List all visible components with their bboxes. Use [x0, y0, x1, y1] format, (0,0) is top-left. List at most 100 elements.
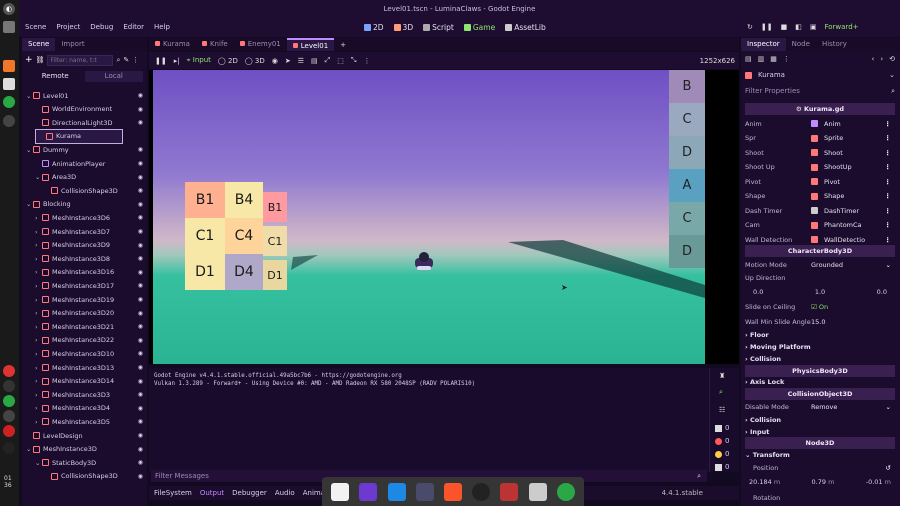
tree-node[interactable]: ⌄ Level01 ◉ [22, 89, 147, 102]
steam-icon[interactable] [3, 380, 15, 392]
more-icon[interactable]: ⋮ [885, 192, 892, 200]
visibility-eye-icon[interactable]: ◉ [138, 459, 143, 466]
visibility-eye-icon[interactable]: ◉ [138, 337, 143, 344]
expand-arrow-icon[interactable]: ⌄ [26, 445, 33, 453]
tree-node[interactable]: ⌄ Area3D ◉ [22, 171, 147, 184]
camera-icon[interactable]: ▤ [311, 57, 318, 65]
visibility-eye-icon[interactable]: ◉ [138, 228, 143, 235]
tree-node[interactable]: DirectionalLight3D ◉ [22, 116, 147, 129]
krita-icon[interactable] [359, 482, 378, 501]
workspace-2d[interactable]: 2D [364, 23, 384, 32]
tab-inspector[interactable]: Inspector [741, 38, 786, 51]
pause-game-icon[interactable]: ❚❚ [155, 57, 167, 65]
expand-arrow-icon[interactable]: ⌄ [35, 459, 42, 467]
back-icon[interactable]: ‹ [872, 55, 875, 63]
tab-import[interactable]: Import [55, 38, 90, 51]
editor-tab[interactable]: Level01 [286, 38, 335, 51]
disable-mode-select[interactable]: Remove [811, 403, 837, 411]
group-transform[interactable]: ⌄ Transform [745, 451, 790, 459]
game-viewport[interactable]: B1 B4 B1 C1 C4 C1 D1 D4 D1 B C D A C D ➤ [153, 70, 705, 364]
position-y-field[interactable]: 0.79 m [812, 478, 835, 486]
visibility-eye-icon[interactable]: ◉ [138, 119, 143, 126]
up-x-field[interactable]: 0.0 [753, 288, 763, 296]
list-icon[interactable]: ☰ [298, 57, 304, 65]
motion-mode-select[interactable]: Grounded [811, 261, 843, 269]
eye-icon[interactable]: ◉ [272, 57, 278, 65]
visibility-eye-icon[interactable]: ◉ [138, 282, 143, 289]
position-x-field[interactable]: 20.184 m [749, 478, 780, 486]
help-icon[interactable] [3, 115, 15, 127]
tree-node[interactable]: › MeshInstance3D13 ◉ [22, 361, 147, 374]
tab-output[interactable]: Output [200, 489, 224, 497]
more-icon[interactable]: ⋮ [885, 163, 892, 171]
expand-arrow-icon[interactable]: › [35, 418, 42, 426]
tab-audio[interactable]: Audio [275, 489, 295, 497]
node-path-field[interactable]: ShootUp [811, 163, 852, 171]
menu-help[interactable]: Help [154, 23, 170, 31]
fit-icon[interactable]: ⬚ [337, 57, 344, 65]
remote-debug-icon[interactable]: ◧ [795, 23, 802, 31]
brave-icon[interactable] [3, 60, 15, 72]
tab-history[interactable]: History [816, 38, 853, 51]
more-icon[interactable]: ⋮ [363, 57, 370, 65]
input-toggle[interactable]: ⌖ Input [187, 56, 211, 65]
chat-icon[interactable] [3, 96, 15, 108]
tab-scene[interactable]: Scene [22, 38, 56, 51]
tray-icon-2[interactable] [3, 395, 15, 407]
expand-arrow-icon[interactable]: › [35, 241, 42, 249]
tree-node[interactable]: CollisionShape3D ◉ [22, 184, 147, 197]
object-selector[interactable]: Kurama ⌄ [745, 69, 895, 81]
editor-tab[interactable]: Kurama [149, 38, 196, 51]
node3d-header[interactable]: Node3D [745, 437, 895, 449]
tree-node[interactable]: ⌄ Blocking ◉ [22, 198, 147, 211]
tree-node[interactable]: › MeshInstance3D9 ◉ [22, 239, 147, 252]
clear-icon[interactable]: ♜ [719, 372, 725, 380]
more-icon[interactable]: ⋮ [885, 207, 892, 215]
pause-app-icon[interactable] [331, 482, 350, 501]
slide-ceiling-checkbox[interactable]: ☑ On [811, 303, 828, 311]
scene-filter-input[interactable] [47, 54, 114, 66]
expand-arrow-icon[interactable]: › [35, 350, 42, 358]
workspace-3d[interactable]: 3D [393, 23, 413, 32]
tree-node[interactable]: › MeshInstance3D16 ◉ [22, 266, 147, 279]
filter-properties-input[interactable]: Filter Properties ⌕ [745, 85, 895, 97]
group-collision-2[interactable]: › Collision [745, 416, 781, 424]
visibility-eye-icon[interactable]: ◉ [138, 391, 143, 398]
visibility-eye-icon[interactable]: ◉ [138, 350, 143, 357]
tree-node[interactable]: › MeshInstance3D17 ◉ [22, 279, 147, 292]
log-icon[interactable] [715, 424, 722, 432]
vscode-icon[interactable] [387, 482, 406, 501]
obs-icon[interactable] [472, 482, 491, 501]
tree-node[interactable]: › MeshInstance3D10 ◉ [22, 347, 147, 360]
menu-debug[interactable]: Debug [90, 23, 113, 31]
search-icon[interactable]: ⌕ [116, 56, 120, 65]
expand-arrow-icon[interactable]: › [35, 255, 42, 263]
more-icon[interactable]: ⋮ [885, 178, 892, 186]
expand-arrow-icon[interactable]: ⌄ [26, 200, 33, 208]
movie-icon[interactable]: ▣ [810, 23, 817, 31]
reset-icon[interactable]: ↺ [886, 464, 891, 472]
tray-icon-1[interactable] [3, 365, 15, 377]
system-logo-icon[interactable]: ◐ [3, 3, 15, 15]
tree-node[interactable]: ⌄ StaticBody3D ◉ [22, 456, 147, 469]
expand-arrow-icon[interactable]: › [35, 323, 42, 331]
more-icon[interactable]: ⋮ [885, 134, 892, 142]
group-input[interactable]: › Input [745, 428, 769, 436]
tree-node[interactable]: › MeshInstance3D8 ◉ [22, 252, 147, 265]
tree-node[interactable]: › MeshInstance3D7 ◉ [22, 225, 147, 238]
add-tab-icon[interactable]: + [340, 41, 346, 49]
tray-icon-3[interactable] [3, 442, 15, 454]
group-moving-platform[interactable]: › Moving Platform [745, 343, 811, 351]
characterbody-header[interactable]: CharacterBody3D [745, 245, 895, 257]
tree-node[interactable]: › MeshInstance3D14 ◉ [22, 375, 147, 388]
expand-arrow-icon[interactable]: ⌄ [26, 92, 33, 100]
files-icon[interactable] [500, 482, 519, 501]
physicsbody-header[interactable]: PhysicsBody3D [745, 365, 895, 377]
more-icon[interactable]: ⋮ [783, 55, 790, 63]
visibility-eye-icon[interactable]: ◉ [138, 92, 143, 99]
tree-node[interactable]: AnimationPlayer ◉ [22, 157, 147, 170]
visibility-eye-icon[interactable]: ◉ [138, 269, 143, 276]
tree-node[interactable]: › MeshInstance3D22 ◉ [22, 334, 147, 347]
node-path-field[interactable]: Sprite [811, 134, 843, 142]
node-path-field[interactable]: WallDetectio [811, 236, 865, 244]
